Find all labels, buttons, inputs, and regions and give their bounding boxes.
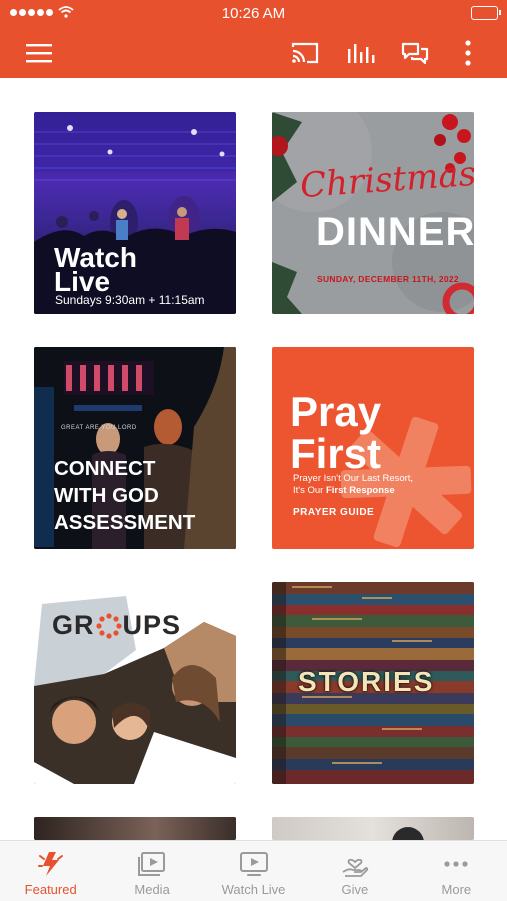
pray-first-sub1: Prayer Isn't Our Last Resort, xyxy=(293,473,414,484)
connect-banner-text: GREAT ARE YOU LORD xyxy=(61,425,137,431)
cast-button[interactable] xyxy=(290,38,320,68)
groups-title-pre: GR xyxy=(52,610,95,640)
groups-title-post: UPS xyxy=(122,610,182,640)
pray-first-subtitle: Prayer Isn't Our Last Resort, It's Our F… xyxy=(293,473,413,497)
prayer-guide-label: PRAYER GUIDE xyxy=(293,507,375,518)
bottom-tab-bar: Featured Media Watch Live Give More xyxy=(0,840,507,901)
pray-first-title: Pray First xyxy=(290,391,381,475)
overflow-menu-button[interactable] xyxy=(453,38,483,68)
menu-icon xyxy=(26,44,52,63)
partial-left-image xyxy=(34,817,236,840)
tile-connect-assessment[interactable]: GREAT ARE YOU LORD CONNECT WITH GOD ASSE… xyxy=(34,347,236,549)
tab-more[interactable]: More xyxy=(406,841,507,901)
pray-first-sub2-pre: It's Our xyxy=(293,485,326,496)
pray-first-sub2: It's Our First Response xyxy=(293,485,413,497)
more-horizontal-icon xyxy=(444,861,468,867)
audio-button[interactable] xyxy=(346,38,376,68)
featured-grid: Watch Live Sundays 9:30am + 11:15am Chri… xyxy=(0,78,507,840)
tab-featured-label: Featured xyxy=(24,882,77,897)
battery-icon xyxy=(471,6,501,20)
connect-line1: CONNECT xyxy=(54,457,156,480)
watch-live-title: Watch Live xyxy=(54,244,137,297)
cast-icon xyxy=(291,42,319,64)
tile-partial-left[interactable] xyxy=(34,817,236,840)
pray-first-line1: Pray xyxy=(290,388,382,435)
pray-first-sub2-bold: First Response xyxy=(325,485,395,496)
status-bar: 10:26 AM xyxy=(0,0,507,26)
stories-title: STORIES xyxy=(298,666,435,697)
more-vertical-icon xyxy=(465,40,471,66)
tile-stories[interactable]: STORIES xyxy=(272,582,474,784)
dinner-date: SUNDAY, DECEMBER 11TH, 2022 xyxy=(317,274,459,284)
connect-line2: WITH GOD xyxy=(54,484,159,507)
chat-button[interactable] xyxy=(400,38,430,68)
audio-bars-icon xyxy=(348,44,375,63)
tab-watch-live[interactable]: Watch Live xyxy=(203,841,304,901)
dinner-title: DINNER xyxy=(316,210,474,254)
connect-title: CONNECT WITH GOD ASSESSMENT xyxy=(54,455,195,536)
media-icon xyxy=(138,852,166,876)
tile-partial-right[interactable] xyxy=(272,817,474,840)
groups-title: GR UPS xyxy=(52,610,181,641)
status-time: 10:26 AM xyxy=(221,5,286,22)
featured-spark-icon xyxy=(37,852,63,876)
menu-button[interactable] xyxy=(24,38,54,68)
tab-media-label: Media xyxy=(134,882,170,897)
connect-line3: ASSESSMENT xyxy=(54,511,196,534)
tab-give[interactable]: Give xyxy=(304,841,405,901)
tab-media[interactable]: Media xyxy=(101,841,202,901)
groups-o-dots-icon xyxy=(95,612,122,639)
tab-more-label: More xyxy=(441,882,472,897)
tab-give-label: Give xyxy=(341,882,369,897)
tile-groups[interactable]: GR UPS xyxy=(34,582,236,784)
tile-christmas-dinner[interactable]: Christmas DINNER SUNDAY, DECEMBER 11TH, … xyxy=(272,112,474,314)
watch-live-line2: Live xyxy=(54,266,111,297)
tab-watch-live-label: Watch Live xyxy=(221,882,286,897)
tile-pray-first[interactable]: Pray First Prayer Isn't Our Last Resort,… xyxy=(272,347,474,549)
partial-right-image xyxy=(272,817,474,840)
tile-watch-live[interactable]: Watch Live Sundays 9:30am + 11:15am xyxy=(34,112,236,314)
watch-live-subtitle: Sundays 9:30am + 11:15am xyxy=(55,293,205,307)
tab-featured[interactable]: Featured xyxy=(0,841,101,901)
give-icon xyxy=(342,858,369,877)
app-bar: 10:26 AM xyxy=(0,0,507,78)
watch-live-icon xyxy=(239,852,268,876)
pray-first-line2: First xyxy=(290,430,382,477)
chat-icon xyxy=(401,42,429,65)
